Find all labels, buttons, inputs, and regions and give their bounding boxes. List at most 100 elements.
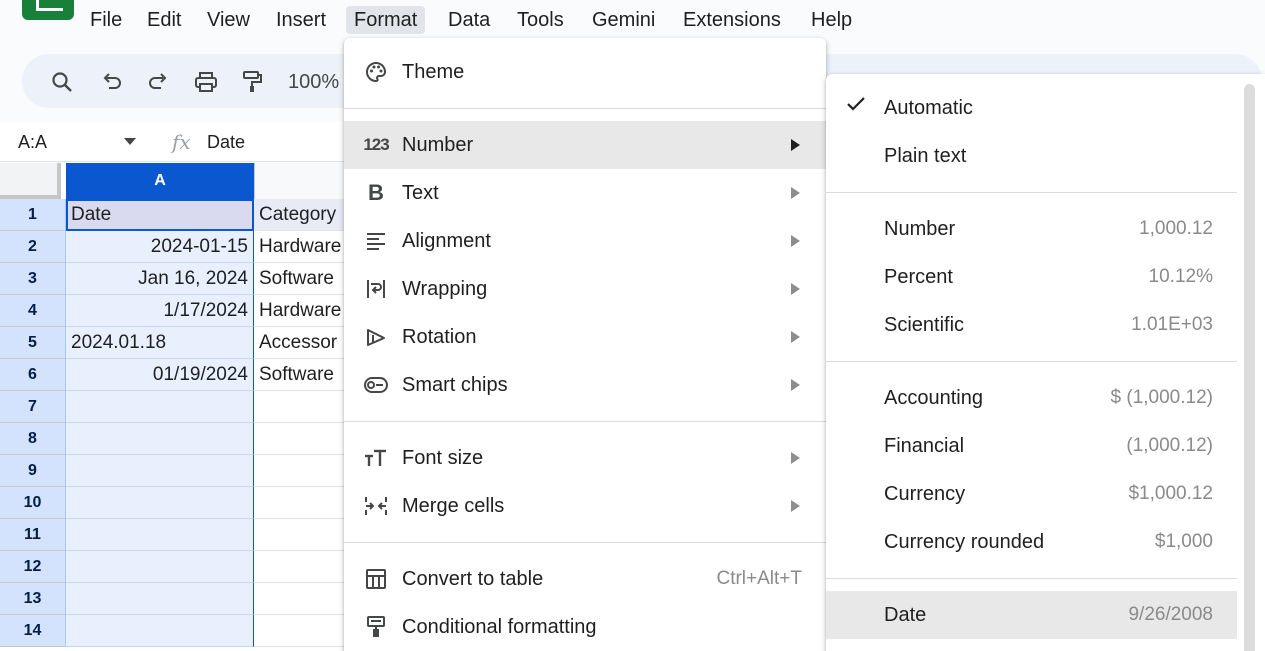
submenu-item-label: Date — [884, 604, 927, 626]
submenu-arrow-icon — [791, 379, 800, 391]
cell-b4[interactable]: Hardware — [254, 295, 350, 327]
cell-b1[interactable]: Category — [254, 199, 350, 231]
column-header-a[interactable]: A — [66, 163, 254, 199]
menu-format[interactable]: Format — [346, 6, 426, 34]
formula-input[interactable]: Date — [207, 130, 245, 154]
row-header[interactable]: 1 — [0, 199, 66, 231]
cell-a9[interactable] — [66, 455, 254, 487]
row-header[interactable]: 14 — [0, 615, 66, 647]
menu-view[interactable]: View — [199, 6, 258, 34]
submenu-item-currency-rounded[interactable]: Currency rounded $1,000 — [826, 518, 1237, 566]
menu-item-wrapping[interactable]: Wrapping — [344, 265, 826, 313]
row-header[interactable]: 2 — [0, 231, 66, 263]
row-header[interactable]: 3 — [0, 263, 66, 295]
smart-chip-icon — [362, 373, 390, 397]
table-row: 4 1/17/2024 Hardware — [0, 295, 350, 327]
cell-a3[interactable]: Jan 16, 2024 — [66, 263, 254, 295]
cell-a1[interactable]: Date — [66, 199, 254, 231]
cell-a8[interactable] — [66, 423, 254, 455]
sheets-logo-icon[interactable] — [22, 0, 74, 20]
table-row: 6 01/19/2024 Software — [0, 359, 350, 391]
menu-bar: File Edit View Insert Format Data Tools … — [0, 0, 1265, 40]
menu-insert[interactable]: Insert — [268, 6, 334, 34]
cell-b8[interactable] — [254, 423, 350, 455]
format-example: (1,000.12) — [1126, 435, 1213, 456]
cell-a10[interactable] — [66, 487, 254, 519]
submenu-item-accounting[interactable]: Accounting $ (1,000.12) — [826, 374, 1237, 422]
submenu-item-currency[interactable]: Currency $1,000.12 — [826, 470, 1237, 518]
cell-b6[interactable]: Software — [254, 359, 350, 391]
menu-tools[interactable]: Tools — [509, 6, 572, 34]
submenu-scrollbar[interactable] — [1244, 84, 1255, 651]
paint-format-icon[interactable] — [238, 68, 266, 96]
cell-b12[interactable] — [254, 551, 350, 583]
row-header[interactable]: 5 — [0, 327, 66, 359]
cell-a12[interactable] — [66, 551, 254, 583]
menu-item-theme[interactable]: Theme — [344, 48, 826, 96]
menu-edit[interactable]: Edit — [139, 6, 189, 34]
row-header[interactable]: 11 — [0, 519, 66, 551]
chevron-down-icon[interactable] — [124, 138, 136, 145]
menu-item-number[interactable]: 123 Number — [344, 121, 826, 169]
cell-b10[interactable] — [254, 487, 350, 519]
row-header[interactable]: 8 — [0, 423, 66, 455]
menu-item-convert-to-table[interactable]: Convert to table Ctrl+Alt+T — [344, 555, 826, 603]
redo-icon[interactable] — [144, 68, 172, 96]
cell-b2[interactable]: Hardware — [254, 231, 350, 263]
menu-item-smart-chips[interactable]: Smart chips — [344, 361, 826, 409]
name-box[interactable]: A:A — [18, 130, 47, 154]
menu-item-font-size[interactable]: Font size — [344, 434, 826, 482]
menu-help[interactable]: Help — [803, 6, 860, 34]
row-header[interactable]: 4 — [0, 295, 66, 327]
cell-a7[interactable] — [66, 391, 254, 423]
row-header[interactable]: 13 — [0, 583, 66, 615]
row-header[interactable]: 9 — [0, 455, 66, 487]
menu-data[interactable]: Data — [440, 6, 498, 34]
keyboard-shortcut: Ctrl+Alt+T — [716, 568, 802, 589]
cell-b5[interactable]: Accessor — [254, 327, 350, 359]
row-header[interactable]: 10 — [0, 487, 66, 519]
undo-icon[interactable] — [98, 68, 126, 96]
cell-b9[interactable] — [254, 455, 350, 487]
cell-b3[interactable]: Software — [254, 263, 350, 295]
cell-b13[interactable] — [254, 583, 350, 615]
submenu-item-number[interactable]: Number 1,000.12 — [826, 205, 1237, 253]
zoom-select[interactable]: 100% — [288, 68, 339, 96]
cell-a5[interactable]: 2024.01.18 — [66, 327, 254, 359]
submenu-item-financial[interactable]: Financial (1,000.12) — [826, 422, 1237, 470]
table-row: 3 Jan 16, 2024 Software — [0, 263, 350, 295]
cell-a2[interactable]: 2024-01-15 — [66, 231, 254, 263]
cell-b7[interactable] — [254, 391, 350, 423]
menu-item-text[interactable]: B Text — [344, 169, 826, 217]
cell-a13[interactable] — [66, 583, 254, 615]
row-header[interactable]: 7 — [0, 391, 66, 423]
menu-divider — [344, 542, 826, 543]
submenu-item-scientific[interactable]: Scientific 1.01E+03 — [826, 301, 1237, 349]
row-header[interactable]: 12 — [0, 551, 66, 583]
submenu-item-plain-text[interactable]: Plain text — [826, 132, 1237, 180]
menu-item-rotation[interactable]: Rotation — [344, 313, 826, 361]
menu-item-alignment[interactable]: Alignment — [344, 217, 826, 265]
menu-item-conditional-formatting[interactable]: Conditional formatting — [344, 603, 826, 651]
submenu-item-label: Currency rounded — [884, 531, 1045, 553]
search-icon[interactable] — [48, 68, 76, 96]
submenu-item-percent[interactable]: Percent 10.12% — [826, 253, 1237, 301]
menu-gemini[interactable]: Gemini — [584, 6, 663, 34]
cell-a14[interactable] — [66, 615, 254, 647]
row-header[interactable]: 6 — [0, 359, 66, 391]
format-example: 1,000.12 — [1139, 218, 1213, 239]
print-icon[interactable] — [192, 68, 220, 96]
cell-b11[interactable] — [254, 519, 350, 551]
cell-b14[interactable] — [254, 615, 350, 647]
menu-file[interactable]: File — [82, 6, 130, 34]
submenu-item-date[interactable]: Date 9/26/2008 — [826, 591, 1237, 639]
submenu-item-automatic[interactable]: Automatic — [826, 84, 1237, 132]
menu-extensions[interactable]: Extensions — [675, 6, 789, 34]
column-header-b[interactable] — [254, 163, 350, 199]
menu-item-merge-cells[interactable]: Merge cells — [344, 482, 826, 530]
menu-item-label: Wrapping — [402, 278, 488, 300]
select-all-corner[interactable] — [0, 163, 61, 199]
cell-a6[interactable]: 01/19/2024 — [66, 359, 254, 391]
cell-a4[interactable]: 1/17/2024 — [66, 295, 254, 327]
cell-a11[interactable] — [66, 519, 254, 551]
